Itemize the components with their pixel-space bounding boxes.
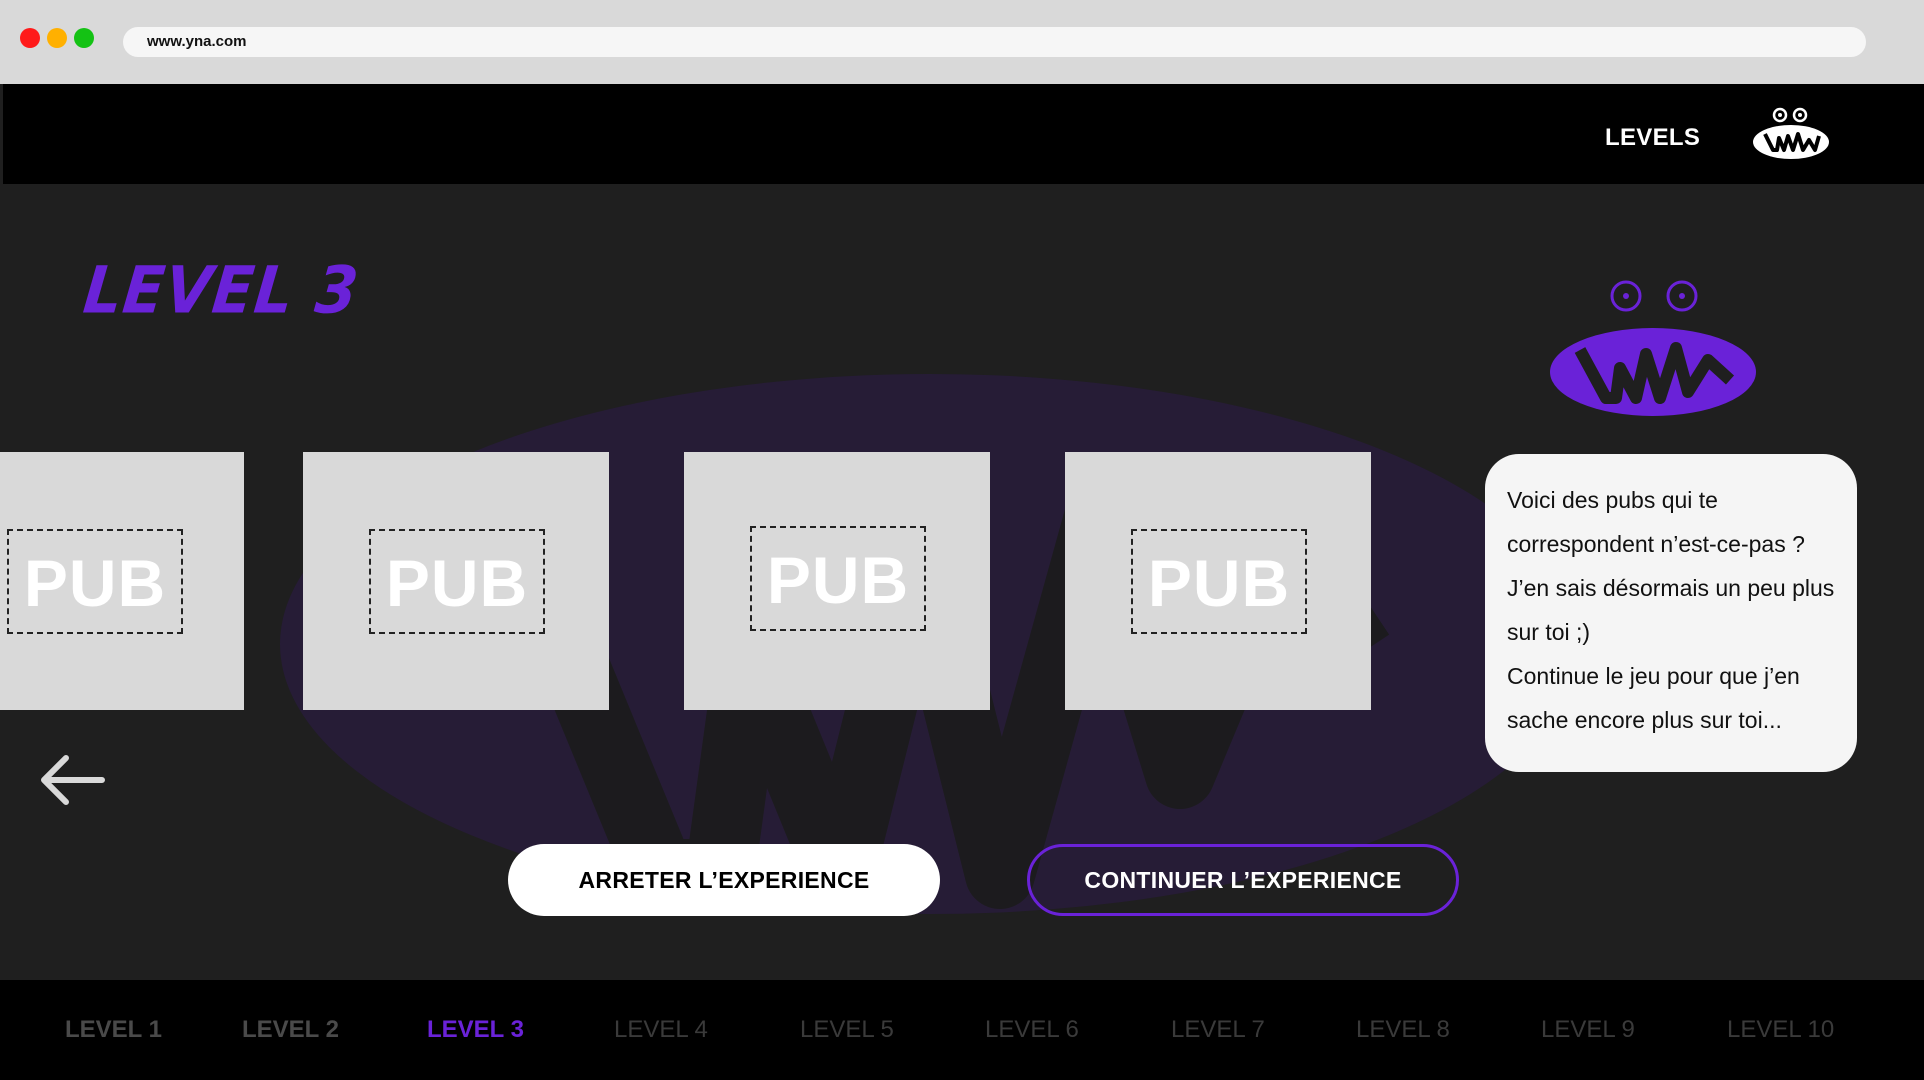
pub-placeholder: PUB xyxy=(7,529,183,634)
yna-logo-icon[interactable] xyxy=(1751,106,1831,162)
bubble-line: J’en sais désormais un peu plus xyxy=(1507,575,1835,601)
pub-card[interactable]: PUB xyxy=(0,452,244,710)
level-item-2[interactable]: LEVEL 2 xyxy=(242,1016,339,1044)
bubble-line: Continue le jeu pour que j’en xyxy=(1507,663,1800,689)
level-item-7[interactable]: LEVEL 7 xyxy=(1171,1016,1265,1044)
level-item-10[interactable]: LEVEL 10 xyxy=(1727,1016,1834,1044)
bubble-line: Voici des pubs qui te xyxy=(1507,487,1718,513)
bubble-line: correspondent n’est-ce-pas ? xyxy=(1507,531,1805,557)
window-close-dot[interactable] xyxy=(20,28,40,48)
pub-card[interactable]: PUB xyxy=(303,452,609,710)
arrow-left-icon[interactable] xyxy=(38,752,110,808)
bubble-line: sache encore plus sur toi... xyxy=(1507,707,1782,733)
stop-experience-button[interactable]: ARRETER L’EXPERIENCE xyxy=(508,844,940,916)
window-maximize-dot[interactable] xyxy=(74,28,94,48)
page-title: LEVEL 3 xyxy=(80,253,363,329)
level-item-8[interactable]: LEVEL 8 xyxy=(1356,1016,1450,1044)
pub-placeholder: PUB xyxy=(369,529,545,634)
level-item-5[interactable]: LEVEL 5 xyxy=(800,1016,894,1044)
top-navbar: LEVELS xyxy=(3,84,1924,184)
level-item-6[interactable]: LEVEL 6 xyxy=(985,1016,1079,1044)
level-item-4[interactable]: LEVEL 4 xyxy=(614,1016,708,1044)
window-minimize-dot[interactable] xyxy=(47,28,67,48)
level-item-1[interactable]: LEVEL 1 xyxy=(65,1016,162,1044)
bubble-line: sur toi ;) xyxy=(1507,619,1591,645)
pub-placeholder: PUB xyxy=(750,526,926,631)
browser-chrome: www.yna.com xyxy=(0,0,1924,84)
pub-card[interactable]: PUB xyxy=(684,452,990,710)
pub-placeholder: PUB xyxy=(1131,529,1307,634)
address-bar[interactable]: www.yna.com xyxy=(123,27,1866,57)
levels-link[interactable]: LEVELS xyxy=(1605,124,1700,152)
continue-experience-button[interactable]: CONTINUER L’EXPERIENCE xyxy=(1027,844,1459,916)
speech-bubble: Voici des pubs qui te correspondent n’es… xyxy=(1485,454,1857,772)
level-item-3[interactable]: LEVEL 3 xyxy=(427,1016,524,1044)
level-navigation-bar: LEVEL 1 LEVEL 2 LEVEL 3 LEVEL 4 LEVEL 5 … xyxy=(0,980,1924,1080)
level-item-9[interactable]: LEVEL 9 xyxy=(1541,1016,1635,1044)
main-content: LEVEL 3 PUB PUB PUB PUB Voici des pubs q… xyxy=(0,184,1924,980)
pub-card[interactable]: PUB xyxy=(1065,452,1371,710)
yna-mascot-icon xyxy=(1550,280,1756,416)
